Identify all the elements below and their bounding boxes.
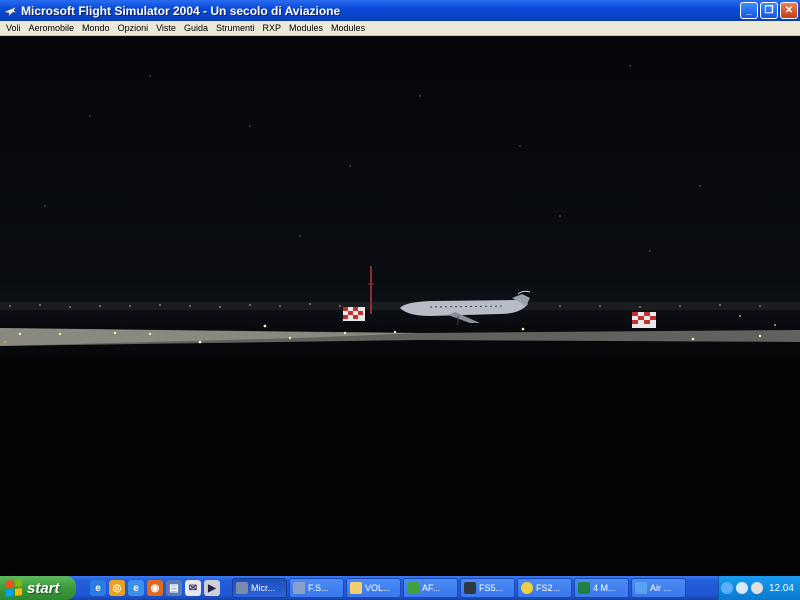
clock[interactable]: 12.04 — [769, 583, 794, 594]
task-button-flight-simulator[interactable]: Micr... — [232, 578, 287, 598]
start-button[interactable]: start — [0, 576, 76, 600]
close-button[interactable]: ✕ — [780, 2, 798, 19]
task-label: F.S... — [308, 583, 329, 593]
simulator-viewport[interactable] — [0, 36, 800, 576]
folder-icon — [350, 582, 362, 594]
window-title: Microsoft Flight Simulator 2004 - Un sec… — [21, 3, 341, 18]
task-button-vol[interactable]: VOL... — [346, 578, 401, 598]
menu-mondo[interactable]: Mondo — [78, 23, 114, 33]
taskbar: start e ◎ e ◉ ▤ ✉ ▶ Micr... F.S... VOL..… — [0, 576, 800, 600]
menu-voli[interactable]: Voli — [2, 23, 25, 33]
menu-modules-2[interactable]: Modules — [327, 23, 369, 33]
volume-icon[interactable] — [750, 582, 763, 594]
ie-icon[interactable]: e — [90, 580, 106, 596]
email-icon[interactable]: ✉ — [185, 580, 201, 596]
task-label: VOL... — [365, 583, 391, 593]
task-button-af[interactable]: AF... — [403, 578, 458, 598]
coin-icon — [521, 582, 533, 594]
title-bar[interactable]: Microsoft Flight Simulator 2004 - Un sec… — [0, 0, 800, 21]
start-label: start — [27, 579, 60, 597]
task-button-fs5[interactable]: FS5... — [460, 578, 515, 598]
system-tray: 12.04 — [718, 576, 800, 600]
task-label: Air ... — [650, 583, 672, 593]
windows-logo-icon — [6, 579, 22, 597]
app-icon — [407, 582, 419, 594]
excel-icon — [578, 582, 590, 594]
menu-aeromobile[interactable]: Aeromobile — [25, 23, 79, 33]
task-button-excel-group[interactable]: 4 M... — [574, 578, 629, 598]
network-icon[interactable] — [720, 582, 733, 594]
minimize-button[interactable]: _ — [740, 2, 758, 19]
quick-launch: e ◎ e ◉ ▤ ✉ ▶ — [90, 580, 220, 596]
task-button-air[interactable]: Air ... — [631, 578, 686, 598]
ie-icon[interactable]: e — [128, 580, 144, 596]
fs-icon — [236, 582, 248, 594]
user-icon[interactable] — [735, 582, 748, 594]
task-label: 4 M... — [593, 583, 616, 593]
menu-bar: Voli Aeromobile Mondo Opzioni Viste Guid… — [0, 21, 800, 36]
restore-button[interactable]: ❐ — [760, 2, 778, 19]
firefox-icon[interactable]: ◉ — [147, 580, 163, 596]
window-icon — [464, 582, 476, 594]
menu-rxp[interactable]: RXP — [259, 23, 286, 33]
menu-strumenti[interactable]: Strumenti — [212, 23, 259, 33]
task-label: Micr... — [251, 583, 275, 593]
task-label: FS5... — [479, 583, 504, 593]
menu-modules[interactable]: Modules — [285, 23, 327, 33]
outlook-icon[interactable]: ▤ — [166, 580, 182, 596]
winamp-icon[interactable]: ◎ — [109, 580, 125, 596]
plane-icon — [293, 582, 305, 594]
media-icon[interactable]: ▶ — [204, 580, 220, 596]
flight-simulator-icon — [3, 4, 17, 18]
task-label: FS2... — [536, 583, 561, 593]
menu-viste[interactable]: Viste — [152, 23, 180, 33]
menu-opzioni[interactable]: Opzioni — [114, 23, 153, 33]
night-runway-scene — [0, 65, 800, 576]
task-button-fs2[interactable]: FS2... — [517, 578, 572, 598]
task-button-fs[interactable]: F.S... — [289, 578, 344, 598]
menu-guida[interactable]: Guida — [180, 23, 212, 33]
task-label: AF... — [422, 583, 441, 593]
ie-icon — [635, 582, 647, 594]
